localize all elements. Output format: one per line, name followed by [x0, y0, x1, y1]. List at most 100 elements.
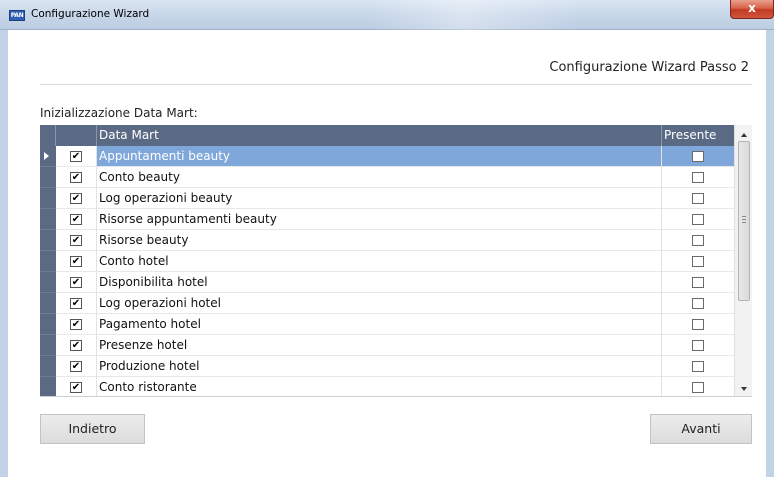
- app-icon: PAN: [9, 10, 25, 21]
- next-button[interactable]: Avanti: [650, 414, 752, 444]
- row-header[interactable]: [40, 251, 56, 272]
- data-mart-name: Produzione hotel: [97, 356, 662, 377]
- present-checkbox[interactable]: [692, 193, 704, 204]
- row-header[interactable]: [40, 188, 56, 209]
- present-checkbox[interactable]: [692, 256, 704, 267]
- table-row[interactable]: ✔ Conto ristorante: [40, 377, 734, 396]
- section-label: Inizializzazione Data Mart:: [40, 106, 198, 120]
- window-title: Configurazione Wizard: [31, 8, 150, 20]
- data-mart-name: Presenze hotel: [97, 335, 662, 356]
- present-checkbox[interactable]: [692, 340, 704, 351]
- include-checkbox[interactable]: ✔: [70, 151, 82, 162]
- include-cell: ✔: [56, 293, 97, 314]
- check-column-header[interactable]: [56, 125, 97, 146]
- include-cell: ✔: [56, 356, 97, 377]
- table-row[interactable]: ✔ Presenze hotel: [40, 335, 734, 356]
- grid-header: Data Mart Presente: [40, 125, 734, 146]
- present-cell: [662, 356, 734, 377]
- table-row[interactable]: ✔ Conto hotel: [40, 251, 734, 272]
- data-mart-name: Disponibilita hotel: [97, 272, 662, 293]
- window-titlebar[interactable]: PAN Configurazione Wizard x: [0, 0, 774, 30]
- present-cell: [662, 188, 734, 209]
- row-header[interactable]: [40, 314, 56, 335]
- include-checkbox[interactable]: ✔: [70, 319, 82, 330]
- present-checkbox[interactable]: [692, 298, 704, 309]
- row-header[interactable]: [40, 293, 56, 314]
- row-header[interactable]: [40, 272, 56, 293]
- table-row[interactable]: ✔ Conto beauty: [40, 167, 734, 188]
- include-checkbox[interactable]: ✔: [70, 193, 82, 204]
- present-cell: [662, 209, 734, 230]
- include-checkbox[interactable]: ✔: [70, 361, 82, 372]
- table-row[interactable]: ✔ Risorse beauty: [40, 230, 734, 251]
- table-row[interactable]: ✔ Risorse appuntamenti beauty: [40, 209, 734, 230]
- present-checkbox[interactable]: [692, 382, 704, 393]
- vertical-scrollbar[interactable]: [734, 125, 752, 396]
- include-cell: ✔: [56, 209, 97, 230]
- include-checkbox[interactable]: ✔: [70, 298, 82, 309]
- header-separator: [40, 84, 752, 85]
- present-cell: [662, 146, 734, 167]
- table-row[interactable]: ✔ Log operazioni beauty: [40, 188, 734, 209]
- include-cell: ✔: [56, 146, 97, 167]
- include-checkbox[interactable]: ✔: [70, 340, 82, 351]
- present-cell: [662, 314, 734, 335]
- present-checkbox[interactable]: [692, 235, 704, 246]
- table-row[interactable]: ✔ Log operazioni hotel: [40, 293, 734, 314]
- data-mart-name: Risorse appuntamenti beauty: [97, 209, 662, 230]
- table-row[interactable]: ✔ Produzione hotel: [40, 356, 734, 377]
- wizard-step-title: Configurazione Wizard Passo 2: [549, 60, 749, 75]
- data-mart-name: Conto beauty: [97, 167, 662, 188]
- present-checkbox[interactable]: [692, 319, 704, 330]
- include-checkbox[interactable]: ✔: [70, 256, 82, 267]
- column-header-presente[interactable]: Presente: [662, 125, 734, 146]
- include-cell: ✔: [56, 251, 97, 272]
- present-checkbox[interactable]: [692, 214, 704, 225]
- table-row[interactable]: ✔ Appuntamenti beauty: [40, 146, 734, 167]
- include-cell: ✔: [56, 188, 97, 209]
- close-icon[interactable]: x: [730, 0, 774, 19]
- data-mart-name: Appuntamenti beauty: [97, 146, 662, 167]
- back-button[interactable]: Indietro: [40, 414, 145, 444]
- present-cell: [662, 230, 734, 251]
- row-header[interactable]: [40, 167, 56, 188]
- table-row[interactable]: ✔ Disponibilita hotel: [40, 272, 734, 293]
- row-header[interactable]: [40, 377, 56, 396]
- data-mart-name: Conto ristorante: [97, 377, 662, 396]
- data-mart-name: Risorse beauty: [97, 230, 662, 251]
- present-checkbox[interactable]: [692, 172, 704, 183]
- row-header[interactable]: [40, 209, 56, 230]
- column-header-data-mart[interactable]: Data Mart: [97, 125, 662, 146]
- data-mart-grid[interactable]: Data Mart Presente ✔ Appuntamenti beauty ✔…: [40, 125, 752, 397]
- row-header[interactable]: [40, 230, 56, 251]
- table-row[interactable]: ✔ Pagamento hotel: [40, 314, 734, 335]
- data-mart-name: Pagamento hotel: [97, 314, 662, 335]
- include-cell: ✔: [56, 272, 97, 293]
- include-cell: ✔: [56, 335, 97, 356]
- include-checkbox[interactable]: ✔: [70, 172, 82, 183]
- data-mart-name: Log operazioni beauty: [97, 188, 662, 209]
- present-cell: [662, 377, 734, 396]
- window-frame-left: [0, 30, 8, 477]
- present-checkbox[interactable]: [692, 361, 704, 372]
- row-header[interactable]: [40, 146, 56, 167]
- grip-icon: [742, 216, 746, 223]
- scroll-down-icon[interactable]: [741, 387, 747, 391]
- present-checkbox[interactable]: [692, 277, 704, 288]
- present-cell: [662, 335, 734, 356]
- window-frame-right: [766, 30, 774, 477]
- scroll-up-icon[interactable]: [741, 133, 747, 137]
- data-mart-name: Conto hotel: [97, 251, 662, 272]
- include-cell: ✔: [56, 377, 97, 396]
- present-checkbox[interactable]: [692, 151, 704, 162]
- row-header-corner: [40, 125, 56, 146]
- scroll-thumb[interactable]: [738, 141, 750, 301]
- include-cell: ✔: [56, 230, 97, 251]
- present-cell: [662, 272, 734, 293]
- include-checkbox[interactable]: ✔: [70, 235, 82, 246]
- row-header[interactable]: [40, 335, 56, 356]
- include-checkbox[interactable]: ✔: [70, 382, 82, 393]
- row-header[interactable]: [40, 356, 56, 377]
- include-checkbox[interactable]: ✔: [70, 277, 82, 288]
- include-checkbox[interactable]: ✔: [70, 214, 82, 225]
